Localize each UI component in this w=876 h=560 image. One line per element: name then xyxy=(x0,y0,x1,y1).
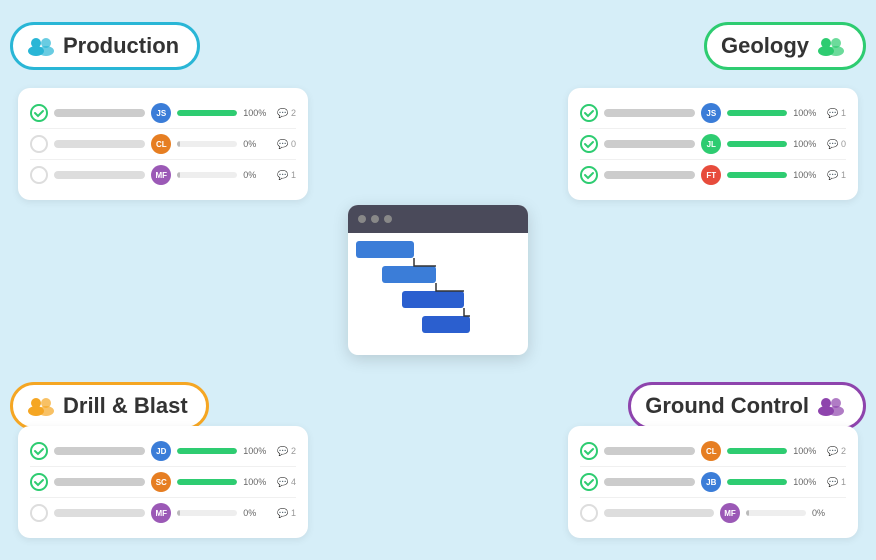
uncheck-icon xyxy=(580,504,598,522)
comment-badge: 💬 1 xyxy=(827,108,846,119)
avatar: JD xyxy=(151,441,171,461)
avatar: MF xyxy=(151,165,171,185)
window-dot xyxy=(371,215,379,223)
window-dot xyxy=(358,215,366,223)
table-row: JB 100% 💬 1 xyxy=(580,467,846,498)
check-icon xyxy=(580,442,598,460)
avatar: JL xyxy=(701,134,721,154)
progress-bar xyxy=(177,510,237,516)
table-row: JS 100% 💬 2 xyxy=(30,98,296,129)
table-row: SC 100% 💬 4 xyxy=(30,467,296,498)
ground-control-card: CL 100% 💬 2 JB 100% 💬 1 MF 0% xyxy=(568,426,858,538)
progress-bar xyxy=(177,110,237,116)
comment-badge: 💬 2 xyxy=(277,446,296,457)
progress-bar xyxy=(727,479,787,485)
comment-badge: 💬 1 xyxy=(277,508,296,519)
window-dot xyxy=(384,215,392,223)
table-row: JS 100% 💬 1 xyxy=(580,98,846,129)
table-row: MF 0% xyxy=(580,498,846,528)
task-label-bar xyxy=(604,109,695,117)
avatar: JS xyxy=(151,103,171,123)
task-label-bar xyxy=(604,140,695,148)
gantt-titlebar xyxy=(348,205,528,233)
progress-bar xyxy=(177,479,237,485)
check-icon xyxy=(580,104,598,122)
task-label-bar xyxy=(54,140,145,148)
check-icon xyxy=(580,473,598,491)
avatar: CL xyxy=(701,441,721,461)
gantt-bar xyxy=(422,316,470,333)
drill-blast-card: JD 100% 💬 2 SC 100% 💬 4 MF 0% 💬 1 xyxy=(18,426,308,538)
comment-badge: 💬 1 xyxy=(277,170,296,181)
task-label-bar xyxy=(604,509,714,517)
comment-badge: 💬 0 xyxy=(277,139,296,150)
comment-badge: 💬 2 xyxy=(827,446,846,457)
production-icon xyxy=(27,34,55,58)
geology-label: Geology xyxy=(704,22,866,70)
ground-control-icon xyxy=(817,394,845,418)
check-icon xyxy=(30,473,48,491)
progress-bar xyxy=(746,510,806,516)
avatar: CL xyxy=(151,134,171,154)
progress-bar xyxy=(727,141,787,147)
check-icon xyxy=(580,166,598,184)
avatar: MF xyxy=(720,503,740,523)
comment-badge: 💬 2 xyxy=(277,108,296,119)
task-label-bar xyxy=(604,478,695,486)
uncheck-icon xyxy=(30,504,48,522)
avatar: JB xyxy=(701,472,721,492)
gantt-bar xyxy=(402,291,464,308)
check-icon xyxy=(580,135,598,153)
drill-blast-icon xyxy=(27,394,55,418)
table-row: JD 100% 💬 2 xyxy=(30,436,296,467)
avatar: FT xyxy=(701,165,721,185)
table-row: CL 0% 💬 0 xyxy=(30,129,296,160)
task-label-bar xyxy=(54,109,145,117)
progress-bar xyxy=(177,448,237,454)
task-label-bar xyxy=(54,171,145,179)
progress-bar xyxy=(727,172,787,178)
task-label-bar xyxy=(54,509,145,517)
progress-bar xyxy=(177,141,237,147)
avatar: MF xyxy=(151,503,171,523)
gantt-bar xyxy=(382,266,436,283)
geology-card: JS 100% 💬 1 JL 100% 💬 0 FT 100% 💬 1 xyxy=(568,88,858,200)
table-row: JL 100% 💬 0 xyxy=(580,129,846,160)
gantt-bar xyxy=(356,241,414,258)
progress-bar xyxy=(177,172,237,178)
table-row: CL 100% 💬 2 xyxy=(580,436,846,467)
comment-badge: 💬 0 xyxy=(827,139,846,150)
table-row: FT 100% 💬 1 xyxy=(580,160,846,190)
comment-badge: 💬 1 xyxy=(827,477,846,488)
task-label-bar xyxy=(604,447,695,455)
comment-badge: 💬 4 xyxy=(277,477,296,488)
geology-icon xyxy=(817,34,845,58)
production-label: Production xyxy=(10,22,200,70)
gantt-body xyxy=(348,233,528,355)
table-row: MF 0% 💬 1 xyxy=(30,498,296,528)
progress-bar xyxy=(727,448,787,454)
table-row: MF 0% 💬 1 xyxy=(30,160,296,190)
production-card: JS 100% 💬 2 CL 0% 💬 0 MF 0% 💬 1 xyxy=(18,88,308,200)
check-icon xyxy=(30,442,48,460)
avatar: JS xyxy=(701,103,721,123)
uncheck-icon xyxy=(30,135,48,153)
main-container: Production JS 100% 💬 2 CL 0% 💬 0 MF 0% 💬… xyxy=(0,0,876,560)
drill-blast-label: Drill & Blast xyxy=(10,382,209,430)
task-label-bar xyxy=(54,447,145,455)
gantt-chart xyxy=(348,205,528,355)
comment-badge: 💬 1 xyxy=(827,170,846,181)
task-label-bar xyxy=(54,478,145,486)
uncheck-icon xyxy=(30,166,48,184)
avatar: SC xyxy=(151,472,171,492)
progress-bar xyxy=(727,110,787,116)
task-label-bar xyxy=(604,171,695,179)
ground-control-label: Ground Control xyxy=(628,382,866,430)
check-icon xyxy=(30,104,48,122)
